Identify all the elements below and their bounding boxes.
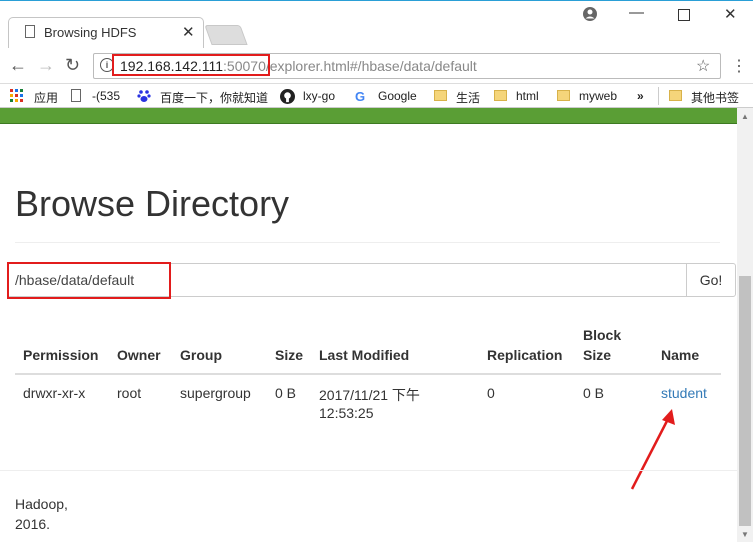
header-replication[interactable]: Replication: [487, 347, 562, 363]
header-group[interactable]: Group: [180, 347, 222, 363]
header-name[interactable]: Name: [661, 347, 699, 363]
back-arrow-icon[interactable]: ←: [9, 55, 27, 76]
maximize-icon[interactable]: [678, 9, 690, 21]
scroll-up-icon[interactable]: ▲: [741, 112, 749, 121]
cell-replication: 0: [487, 385, 495, 401]
bookmark-535[interactable]: -(535: [92, 89, 120, 103]
page-icon: [71, 89, 81, 102]
cell-owner: root: [117, 385, 142, 401]
reload-icon[interactable]: ↻: [65, 55, 80, 76]
tab-title: Browsing HDFS: [44, 25, 137, 40]
bookmark-apps[interactable]: 应用: [34, 89, 58, 106]
url-path: /explorer.html#/hbase/data/default: [265, 58, 477, 74]
bookmark-myweb[interactable]: myweb: [579, 89, 617, 103]
cell-last-modified-time: 12:53:25: [319, 405, 374, 421]
github-icon: [280, 89, 295, 104]
folder-icon: [557, 90, 570, 101]
footer-text: Hadoop, 2016.: [15, 494, 68, 534]
page-title: Browse Directory: [15, 183, 290, 224]
bookmarks-overflow-button[interactable]: »: [637, 89, 644, 103]
cell-size: 0 B: [275, 385, 297, 401]
folder-icon: [669, 90, 682, 101]
header-owner[interactable]: Owner: [117, 347, 161, 363]
folder-icon: [494, 90, 507, 101]
cell-group: supergroup: [180, 385, 251, 401]
forward-arrow-icon[interactable]: →: [37, 55, 55, 76]
header-block[interactable]: Block: [583, 327, 621, 343]
bookmark-google[interactable]: Google: [378, 89, 417, 103]
go-button[interactable]: Go!: [686, 263, 736, 297]
google-icon: G: [355, 89, 366, 104]
account-icon[interactable]: [582, 6, 598, 26]
bookmark-divider: [658, 87, 659, 105]
cell-last-modified: 2017/11/21 下午: [319, 387, 420, 403]
bookmark-life[interactable]: 生活: [456, 89, 480, 106]
footer-line-2: 2016.: [15, 516, 51, 532]
page-icon: [25, 25, 35, 38]
annotation-arrow: [630, 409, 675, 490]
header-size[interactable]: Size: [275, 347, 303, 363]
menu-icon[interactable]: ⋮: [731, 56, 747, 76]
scroll-down-icon[interactable]: ▼: [741, 530, 749, 539]
link-student[interactable]: student: [661, 385, 707, 401]
table-header-divider: [15, 373, 721, 375]
bookmark-lxy-go[interactable]: lxy-go: [303, 89, 335, 103]
apps-icon: [10, 89, 23, 102]
footer-line-1: Hadoop,: [15, 496, 68, 512]
footer-divider: [0, 470, 737, 471]
header-block-size[interactable]: Size: [583, 347, 611, 363]
bookmark-html[interactable]: html: [516, 89, 539, 103]
cell-permission: drwxr-xr-x: [23, 385, 86, 401]
bookmark-baidu[interactable]: 百度一下，你就知道: [160, 89, 268, 106]
folder-icon: [434, 90, 447, 101]
baidu-paw-icon: [137, 89, 151, 102]
bookmark-star-icon[interactable]: ☆: [696, 56, 710, 76]
path-annotation-box: [7, 262, 171, 299]
minimize-icon[interactable]: —: [629, 4, 644, 21]
url-annotation-box: [112, 54, 270, 76]
navbar-strip: [0, 108, 737, 124]
close-tab-icon[interactable]: ✕: [182, 23, 195, 41]
bookmark-other[interactable]: 其他书签: [691, 89, 739, 106]
header-last-modified[interactable]: Last Modified: [319, 347, 409, 363]
divider: [15, 242, 720, 243]
new-tab-button[interactable]: [204, 25, 248, 45]
header-permission[interactable]: Permission: [23, 347, 98, 363]
cell-block-size: 0 B: [583, 385, 605, 401]
window-close-icon[interactable]: ✕: [724, 5, 737, 23]
scrollbar-thumb[interactable]: [739, 276, 751, 526]
